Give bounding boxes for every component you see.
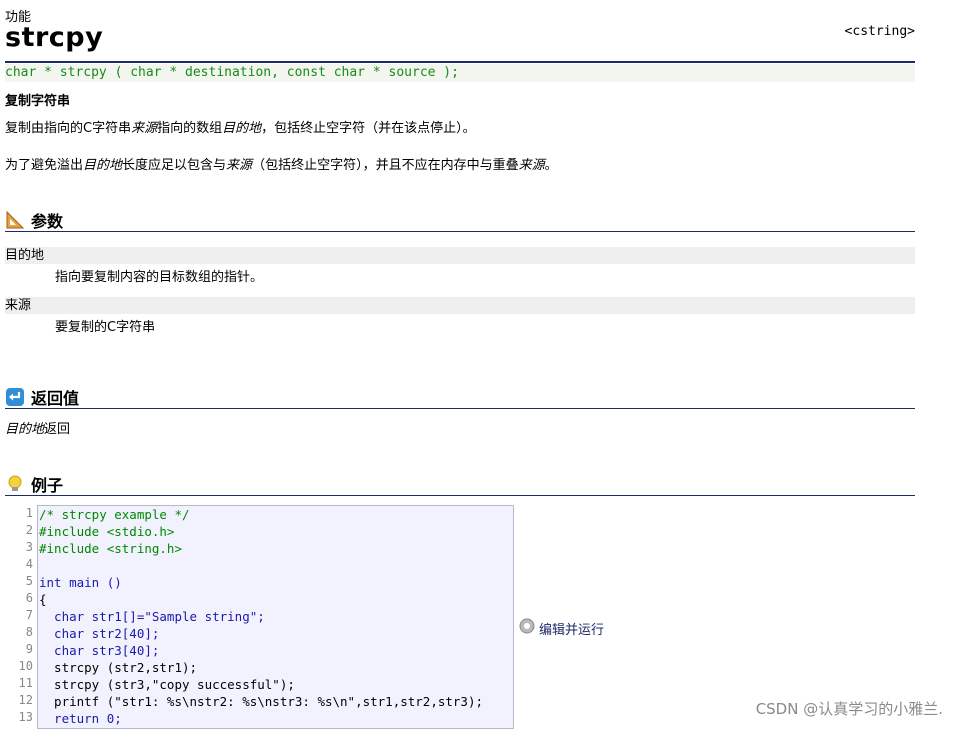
param-term-destination: 目的地: [5, 247, 915, 264]
edit-and-run-button[interactable]: 编辑并运行: [518, 617, 604, 639]
returns-divider: [5, 408, 915, 409]
params-divider: [5, 231, 915, 232]
description-paragraph-2: 为了避免溢出目的地长度应足以包含与来源（包括终止空字符），并且不应在内存中与重叠…: [5, 158, 558, 173]
returns-text: 目的地返回: [5, 422, 71, 437]
summary: 复制字符串: [5, 94, 71, 109]
code-line: /* strcpy example */: [39, 507, 190, 522]
title-divider: [5, 61, 915, 63]
params-heading: 参数: [5, 208, 63, 232]
code-line: return 0;: [39, 711, 122, 726]
param-desc-source: 要复制的C字符串: [55, 320, 156, 335]
example-divider: [5, 495, 915, 496]
code-line: strcpy (str2,str1);: [39, 660, 198, 675]
description-paragraph-1: 复制由指向的C字符串来源指向的数组目的地，包括终止空字符（并在该点停止）。: [5, 121, 476, 136]
code-line: char str3[40];: [39, 643, 160, 658]
example-heading: 例子: [5, 472, 63, 496]
code-line: char str1[]="Sample string";: [39, 609, 265, 624]
code-line: printf ("str1: %s\nstr2: %s\nstr3: %s\n"…: [39, 694, 484, 709]
code-example[interactable]: /* strcpy example */ #include <stdio.h> …: [37, 505, 514, 729]
watermark: CSDN @认真学习的小雅兰.: [755, 700, 943, 718]
returns-heading: 返回值: [5, 385, 79, 409]
gear-icon: [518, 617, 536, 639]
code-line: char str2[40];: [39, 626, 160, 641]
lightbulb-icon: [5, 474, 25, 494]
code-line: {: [39, 592, 47, 607]
function-name: strcpy: [5, 22, 104, 53]
code-line: strcpy (str3,"copy successful");: [39, 677, 295, 692]
code-line: #include <stdio.h>: [39, 524, 175, 539]
function-prototype: char * strcpy ( char * destination, cons…: [5, 64, 915, 82]
code-line: #include <string.h>: [39, 541, 182, 556]
param-desc-destination: 指向要复制内容的目标数组的指针。: [55, 270, 264, 285]
return-arrow-icon: [5, 387, 25, 407]
param-term-source: 来源: [5, 297, 915, 314]
ruler-triangle-icon: [5, 210, 25, 230]
header-link[interactable]: <cstring>: [845, 24, 915, 39]
line-number-gutter: 1 2 3 4 5 6 7 8 9 10 11 12 13: [18, 506, 33, 724]
code-line: int main (): [39, 575, 122, 590]
